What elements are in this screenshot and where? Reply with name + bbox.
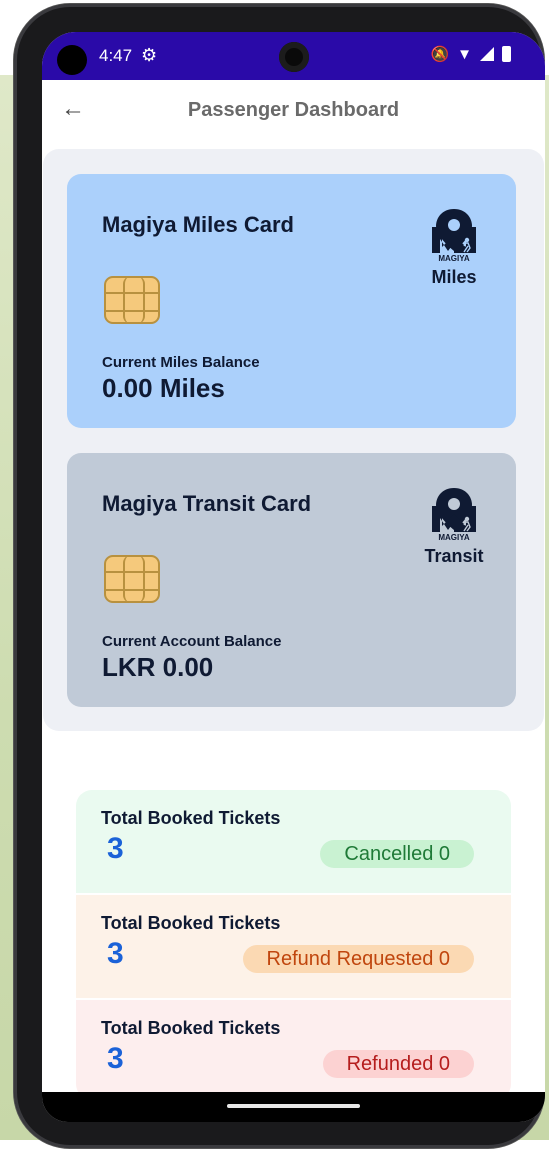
miles-balance-value: 0.00 Miles: [102, 373, 225, 403]
miles-balance-label: Current Miles Balance: [102, 354, 260, 371]
phone-frame: 4:47 ⚙ 🔕 ▼ ← Passenger Dashboard Magiya …: [14, 4, 545, 1148]
card-chip-icon: [104, 276, 160, 324]
status-bar: 4:47 ⚙ 🔕 ▼: [42, 32, 545, 80]
transit-balance-label: Current Account Balance: [102, 633, 282, 650]
cancelled-badge: Cancelled 0: [320, 840, 474, 868]
logo-wordmark: MAGIYA: [438, 533, 469, 542]
ticket-label: Total Booked Tickets: [101, 808, 281, 828]
magiya-logo: MAGIYA Miles: [426, 207, 482, 288]
ticket-row-refunded[interactable]: Total Booked Tickets 3 Refunded 0: [76, 1000, 511, 1100]
ticket-row-refund-requested[interactable]: Total Booked Tickets 3 Refund Requested …: [76, 895, 511, 998]
status-icons: 🔕 ▼: [430, 45, 511, 63]
transit-card-title: Magiya Transit Card: [102, 491, 312, 516]
status-time: 4:47: [99, 46, 133, 65]
card-chip-icon: [104, 555, 160, 603]
transit-card[interactable]: Magiya Transit Card Current Account Bala…: [67, 453, 516, 707]
transit-logo-label: Transit: [424, 546, 484, 566]
logo-wordmark: MAGIYA: [438, 254, 469, 263]
ticket-count: 3: [107, 937, 124, 970]
magiya-logo-icon: MAGIYA: [432, 209, 476, 263]
page-title: Passenger Dashboard: [187, 99, 400, 121]
system-nav-bar: [42, 1092, 545, 1122]
ticket-summary: Total Booked Tickets 3 Cancelled 0 Total…: [76, 790, 511, 1100]
camera-hole: [57, 45, 87, 75]
ticket-count: 3: [107, 1042, 124, 1075]
ticket-label: Total Booked Tickets: [101, 913, 281, 933]
miles-card[interactable]: Magiya Miles Card Current Miles Balance …: [67, 174, 516, 428]
front-camera: [279, 42, 309, 72]
magiya-logo: MAGIYA Transit: [420, 486, 488, 567]
ticket-label: Total Booked Tickets: [101, 1018, 281, 1038]
gear-icon: ⚙: [141, 45, 158, 65]
ticket-row-cancelled[interactable]: Total Booked Tickets 3 Cancelled 0: [76, 790, 511, 893]
transit-balance-value: LKR 0.00: [102, 652, 214, 682]
miles-logo-label: Miles: [431, 267, 477, 287]
signal-icon: [480, 47, 494, 61]
refund-requested-badge: Refund Requested 0: [242, 945, 474, 973]
refunded-badge: Refunded 0: [322, 1050, 474, 1078]
magiya-logo-icon: MAGIYA: [432, 488, 476, 542]
app-bar: ← Passenger Dashboard: [42, 80, 545, 150]
ticket-count: 3: [107, 832, 124, 865]
battery-icon: [502, 46, 511, 62]
wifi-icon: ▼: [457, 45, 472, 63]
home-indicator[interactable]: [227, 1104, 360, 1108]
notifications-off-icon: 🔕: [430, 46, 450, 63]
miles-card-title: Magiya Miles Card: [102, 212, 294, 237]
cards-container: Magiya Miles Card Current Miles Balance …: [43, 149, 544, 731]
screen: 4:47 ⚙ 🔕 ▼ ← Passenger Dashboard Magiya …: [42, 32, 545, 1122]
